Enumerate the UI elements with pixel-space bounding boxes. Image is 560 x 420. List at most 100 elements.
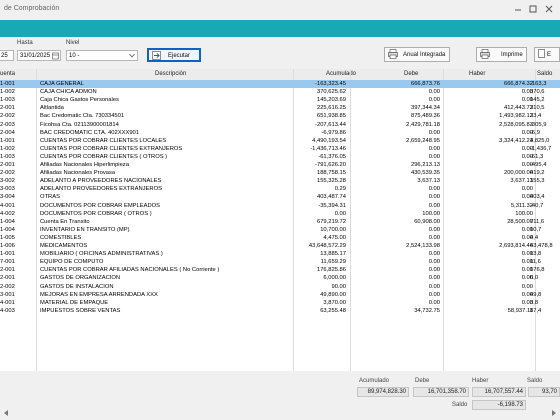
table-row[interactable]: 2-001 Altlantida 225,616.25 397,344.34 412,4… <box>0 104 560 112</box>
cell-haber: 666,874.32 <box>503 81 533 87</box>
horizontal-scrollbar[interactable] <box>0 408 560 418</box>
table-row[interactable]: 2-003 Ficohsa Cta. 02113900001814 -207,613… <box>0 121 560 129</box>
cell-saldo: 87,4 <box>530 307 542 314</box>
cell-debe: 2,524,133.98 <box>406 243 440 249</box>
cell-cuenta: 1-004 <box>0 218 15 225</box>
cell-cuenta: 4-002 <box>0 210 15 217</box>
table-row[interactable]: 3-003 ADELANTO PROVEEDORES EXTRANJEROS 0.2… <box>0 185 560 193</box>
total-debe-value: 16,701,358.70 <box>413 387 469 397</box>
cell-descripcion: CAJA GENERAL <box>40 81 84 87</box>
table-row[interactable]: 3-002 ADELANTO A PROVEEDORES NACIONALES 15… <box>0 177 560 185</box>
table-row[interactable]: 2-002 Bac Credomatic Cta. 730334501 651,93… <box>0 112 560 120</box>
table-row[interactable]: 1-005 COMESTIBLES 4,475.00 0.00 0.00 4,4 <box>0 234 560 242</box>
cell-cuenta: 1-004 <box>0 226 15 233</box>
title-bar: de Comprobación <box>0 0 560 20</box>
cell-cuenta: 4-001 <box>0 202 15 209</box>
table-row[interactable]: 3-004 OTRAS 403,487.74 0.00 0.00 403,4 <box>0 193 560 201</box>
total-acumulado-label: Acumulado <box>359 378 390 384</box>
cell-saldo: 711,6 <box>530 218 545 225</box>
imprime-button[interactable]: Imprime <box>476 47 527 62</box>
table-row[interactable]: 1-002 CAJA CHICA ADMON 370,625.62 0.00 0.00 3… <box>0 88 560 96</box>
table-row[interactable]: 1-006 MEDICAMENTOS 43,648,572.29 2,524,133.… <box>0 242 560 250</box>
table-row[interactable]: 2-004 BAC CREDOMATIC CTA. 402XXX901 -6,979… <box>0 129 560 137</box>
header-haber[interactable]: Haber <box>469 71 485 77</box>
cell-debe: 0.00 <box>428 202 440 209</box>
table-row[interactable]: 2-001 CUENTAS POR COBRAR AFILIADAS NACION… <box>0 266 560 274</box>
header-cuenta[interactable]: uenta <box>0 71 15 77</box>
cell-saldo: 3,825,0 <box>530 137 550 144</box>
cell-cuenta: 2-001 <box>0 275 15 282</box>
cell-saldo: 176,8 <box>530 267 545 274</box>
cell-debe: 0.00 <box>428 194 440 201</box>
table-row[interactable]: 1-003 CUENTAS POR COBRAR CLIENTES ( OTROS… <box>0 153 560 161</box>
minimize-icon[interactable] <box>512 2 524 16</box>
document-icon <box>538 49 546 64</box>
header-saldo[interactable]: Saldo <box>537 71 552 77</box>
cell-saldo: 33,4 <box>530 113 542 120</box>
table-row[interactable]: 4-001 MATERIAL DE EMPAQUE 3,870.00 0.00 0.00… <box>0 299 560 307</box>
cell-debe: 0.00 <box>428 153 440 160</box>
cell-descripcion: MEJORAS EN EMPRESA ARRENDADA XXX <box>40 291 158 298</box>
cell-cuenta: 4-003 <box>0 307 15 314</box>
cell-descripcion: GASTOS DE INSTALACION <box>40 283 114 290</box>
anual-integrada-button[interactable]: Anual Integrada <box>384 47 450 62</box>
cell-cuenta: 2-001 <box>0 267 15 274</box>
cell-debe: 0.00 <box>428 145 440 152</box>
header-debe[interactable]: Debe <box>404 71 418 77</box>
cell-debe: 0.00 <box>428 226 440 233</box>
table-row[interactable]: 3-001 MEJORAS EN EMPRESA ARRENDADA XXX 49,… <box>0 291 560 299</box>
cell-descripcion: MEDICAMENTOS <box>40 243 88 249</box>
cell-debe: 430,539.35 <box>410 170 440 177</box>
cell-cuenta: 2-001 <box>0 162 15 168</box>
cell-debe: 60,908.00 <box>414 218 440 225</box>
table-row[interactable]: 7-001 EQUIPO DE COMPUTO 11,659.29 0.00 0.00 1… <box>0 258 560 266</box>
table-row[interactable]: 1-001 CUENTAS POR COBRAR CLIENTES LOCALES… <box>0 137 560 145</box>
cell-cuenta: 2-004 <box>0 129 15 136</box>
export-button[interactable]: E <box>534 47 560 62</box>
calendar-icon[interactable] <box>52 51 59 65</box>
cell-saldo: -305,9 <box>530 121 547 128</box>
table-row[interactable]: 1-002 CUENTAS POR COBRAR CLIENTES EXTRANJ… <box>0 145 560 153</box>
table-row[interactable]: 1-004 INVENTARIO EN TRANSITO (MP) 10,700.0… <box>0 226 560 234</box>
close-icon[interactable] <box>543 2 555 16</box>
table-row[interactable]: 1-001 CAJA GENERAL -163,323.45 666,873.76 66… <box>0 80 560 89</box>
chevron-down-icon[interactable] <box>129 51 135 65</box>
hasta-date-field[interactable]: 31/01/2025 <box>17 50 61 61</box>
header-acumulado[interactable]: Acumulado <box>326 71 356 77</box>
cell-acumulado: 43,648,572.29 <box>308 243 346 249</box>
table-row[interactable]: 4-001 DOCUMENTOS POR COBRAR EMPLEADOS -35,… <box>0 202 560 210</box>
table-row[interactable]: 1-001 MOBILIARIO ( OFICINAS ADMINISTRATIV… <box>0 250 560 258</box>
cell-debe: 666,873.76 <box>410 81 440 87</box>
table-row[interactable]: 2-002 GASTOS DE INSTALACION 90.00 0.00 0.00 <box>0 283 560 291</box>
cell-debe: 3,637.13 <box>417 178 440 185</box>
table-row[interactable]: 2-002 Afiliadas Nacionales Provasa 188,758… <box>0 169 560 177</box>
cell-acumulado: -791,626.20 <box>315 162 346 168</box>
table-row[interactable]: 1-003 Caja Chica Gastos Personales 145,203… <box>0 96 560 104</box>
cell-cuenta: 1-002 <box>0 89 15 96</box>
cell-debe: 2,659,248.95 <box>406 137 440 144</box>
cell-descripcion: Altlantida <box>40 105 64 112</box>
cell-descripcion: Cuenta En Transito <box>40 218 90 225</box>
cell-descripcion: CUENTAS POR COBRAR AFILIADAS NACIONALES … <box>40 267 220 274</box>
header-descripcion[interactable]: Descripción <box>155 71 186 77</box>
desde-date-field[interactable]: 25 <box>0 50 14 61</box>
cell-acumulado: 176,825.86 <box>316 267 346 274</box>
cell-descripcion: ADELANTO A PROVEEDORES NACIONALES <box>40 178 162 185</box>
maximize-icon[interactable] <box>527 2 539 16</box>
cell-acumulado: 10,700.00 <box>320 226 346 233</box>
table-row[interactable]: 4-002 DOCUMENTOS POR COBRAR ( OTROS ) 0.00… <box>0 210 560 218</box>
cell-saldo: 10,7 <box>530 226 542 233</box>
cell-cuenta: 2-002 <box>0 283 15 290</box>
table-row[interactable]: 4-003 IMPUESTOS SOBRE VENTAS 63,255.48 34,7… <box>0 307 560 315</box>
table-row[interactable]: 2-001 GASTOS DE ORGANIZACION 6,000.00 0.00 0… <box>0 274 560 282</box>
cell-descripcion: Caja Chica Gastos Personales <box>40 97 119 104</box>
cell-acumulado: -1,436,713.46 <box>310 145 346 152</box>
cell-cuenta: 1-002 <box>0 145 15 152</box>
table-row[interactable]: 2-001 Afiliadas Nacionales Hiperlimpieza -… <box>0 161 560 169</box>
cell-haber: 1,493,982.12 <box>499 113 533 120</box>
ejecutar-button[interactable]: Ejecutar <box>147 48 201 62</box>
cell-haber: 2,693,814.46 <box>499 243 533 249</box>
table-row[interactable]: 1-004 Cuenta En Transito 679,219.72 60,908.… <box>0 218 560 226</box>
cell-acumulado: 225,616.25 <box>316 105 346 112</box>
nivel-select[interactable]: 10 - <box>66 50 138 61</box>
